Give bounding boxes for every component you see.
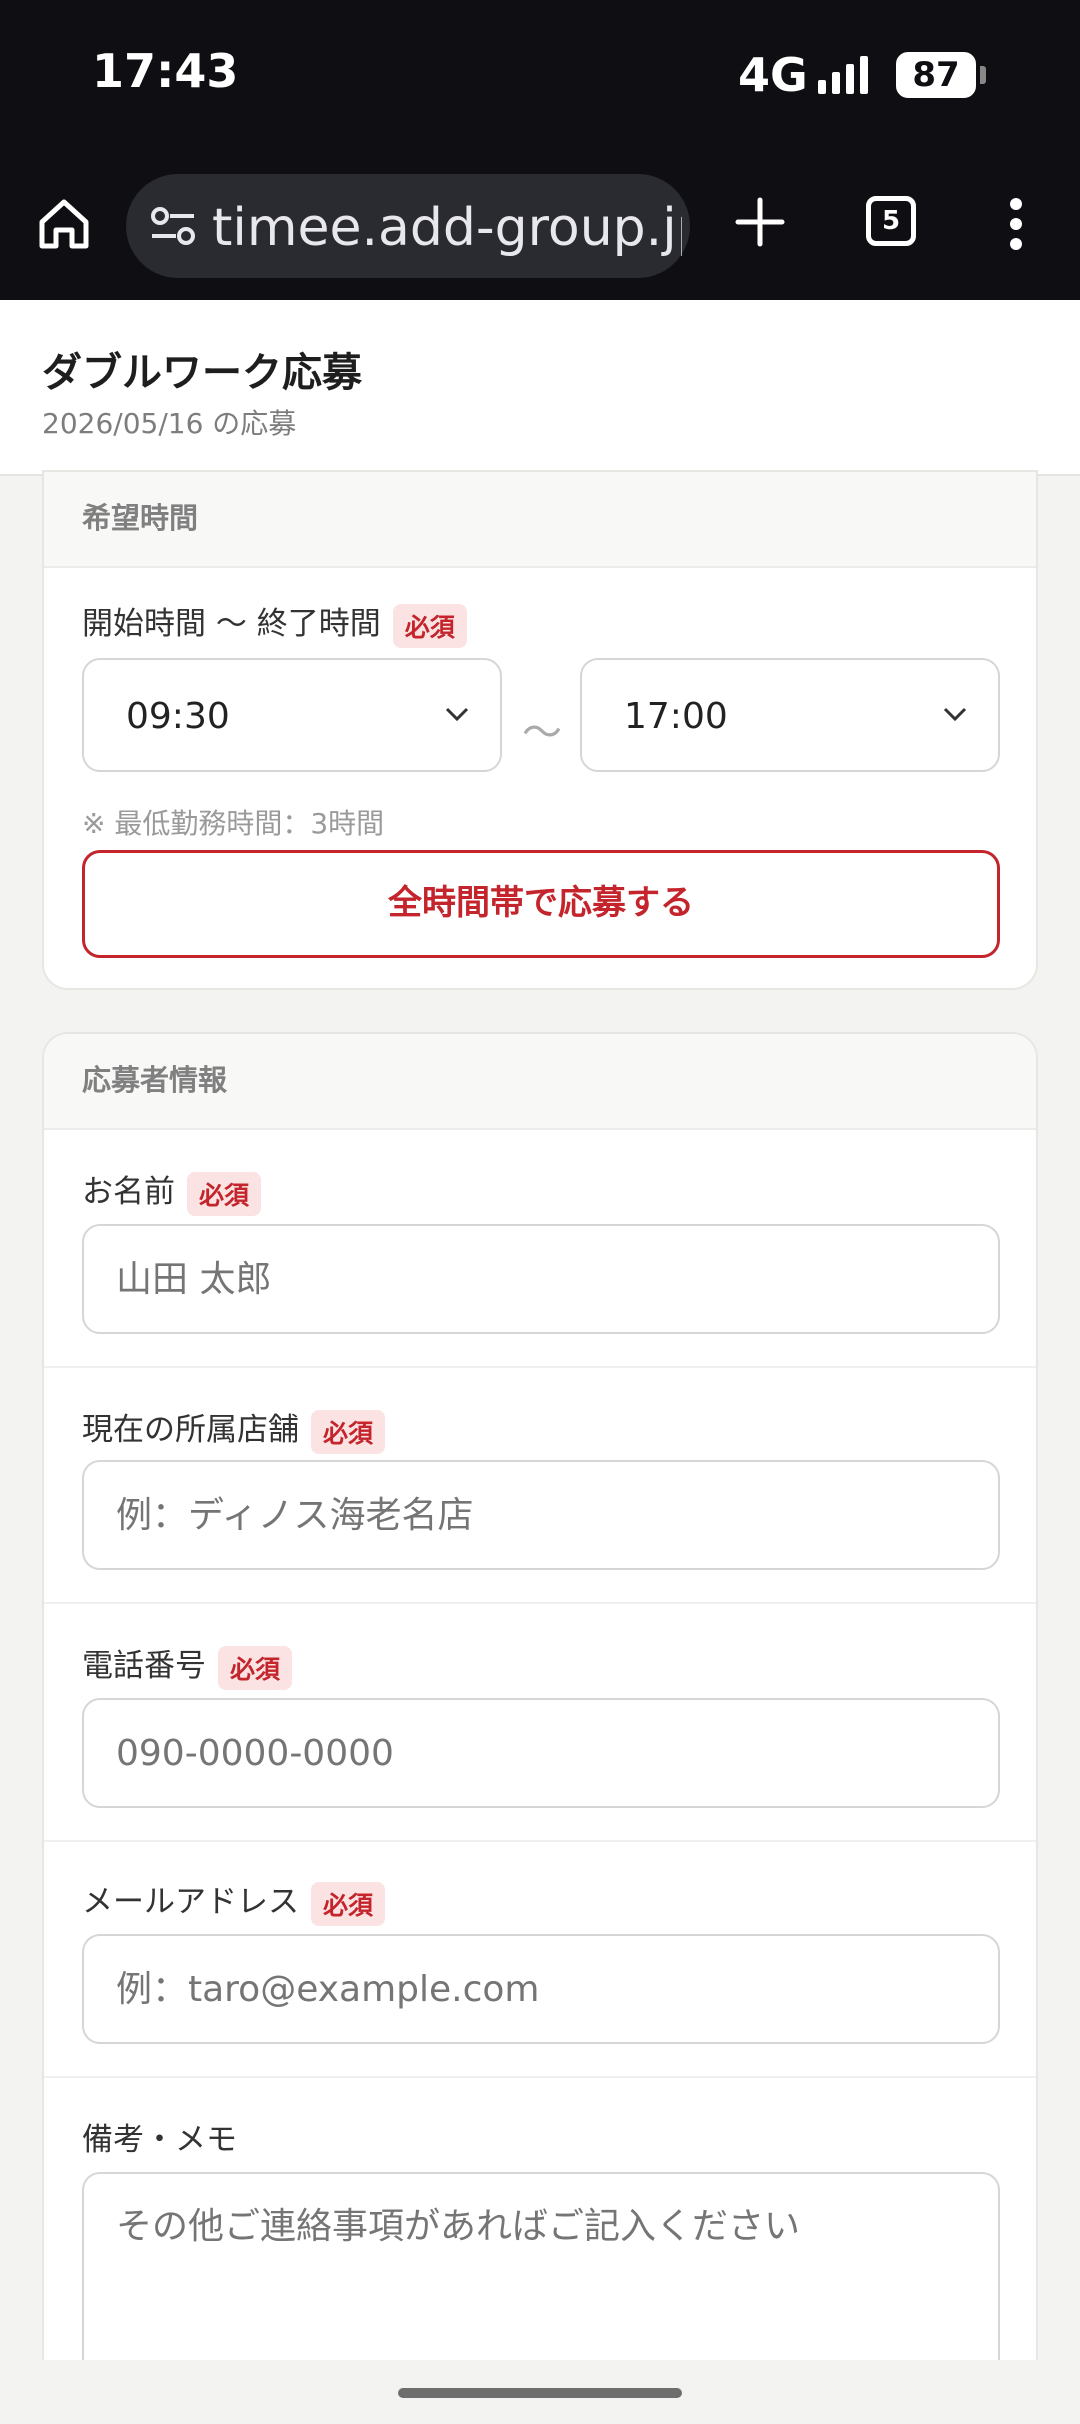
store-label-text: 現在の所属店舗 — [82, 1412, 299, 1448]
address-bar[interactable]: timee.add-group.jp — [126, 174, 690, 278]
page-title: ダブルワーク応募 — [42, 350, 362, 396]
end-time-value: 17:00 — [624, 696, 728, 737]
application-date: 2026/05/16 の応募 — [42, 407, 297, 440]
page-header: ダブルワーク応募 2026/05/16 の応募 — [0, 300, 1080, 476]
divider — [44, 2076, 1036, 2078]
new-tab-icon[interactable] — [732, 194, 788, 250]
name-input[interactable] — [82, 1224, 1000, 1334]
required-badge: 必須 — [392, 603, 467, 648]
phone-label: 電話番号 必須 — [82, 1640, 293, 1690]
time-range-label: 開始時間 〜 終了時間 必須 — [82, 598, 467, 648]
required-badge: 必須 — [187, 1171, 262, 1216]
required-badge: 必須 — [311, 1409, 386, 1454]
divider — [44, 1602, 1036, 1604]
email-input[interactable] — [82, 1934, 1000, 2044]
email-label: メールアドレス 必須 — [82, 1876, 386, 1926]
section-heading: 希望時間 — [44, 472, 1036, 568]
network-type: 4G — [738, 48, 808, 102]
more-menu-icon[interactable] — [1006, 196, 1026, 252]
home-icon[interactable] — [34, 194, 94, 254]
end-time-select[interactable]: 17:00 — [580, 658, 1000, 772]
range-separator: 〜 — [522, 710, 562, 756]
memo-label: 備考・メモ — [82, 2122, 237, 2158]
system-status-bar: 17:43 4G 87 timee.add-group.jp 5 — [0, 0, 1080, 300]
phone-input[interactable] — [82, 1698, 1000, 1808]
store-input[interactable] — [82, 1460, 1000, 1570]
required-badge: 必須 — [311, 1881, 386, 1926]
name-label-text: お名前 — [82, 1174, 175, 1210]
store-label: 現在の所属店舗 必須 — [82, 1404, 386, 1454]
battery-icon: 87 — [896, 52, 976, 98]
clock: 17:43 — [92, 44, 239, 98]
apply-all-times-button[interactable]: 全時間帯で応募する — [82, 850, 1000, 958]
start-time-select[interactable]: 09:30 — [82, 658, 502, 772]
chevron-down-icon — [445, 707, 469, 722]
battery-tip — [980, 66, 986, 84]
tab-switcher-button[interactable]: 5 — [866, 196, 916, 246]
url-text: timee.add-group.jp — [212, 198, 682, 258]
chevron-down-icon — [943, 707, 967, 722]
divider — [44, 1840, 1036, 1842]
memo-textarea[interactable] — [82, 2172, 1000, 2392]
applicant-info-card: 応募者情報 お名前必須 現在の所属店舗必須 電話番号必須 メールアドレス必須 備… — [42, 1032, 1038, 2424]
email-label-text: メールアドレス — [82, 1884, 299, 1920]
divider — [44, 1366, 1036, 1368]
site-settings-icon[interactable] — [150, 204, 196, 248]
required-badge: 必須 — [218, 1645, 293, 1690]
signal-icon — [818, 56, 878, 94]
minimum-hours-hint: ※ 最低勤務時間：3時間 — [82, 807, 385, 840]
section-heading: 応募者情報 — [44, 1034, 1036, 1130]
start-time-value: 09:30 — [126, 696, 230, 737]
time-range-label-text: 開始時間 〜 終了時間 — [82, 606, 381, 642]
name-label: お名前 必須 — [82, 1166, 262, 1216]
phone-label-text: 電話番号 — [82, 1648, 206, 1684]
desired-time-card: 希望時間 開始時間 〜 終了時間 必須 09:30 〜 17:00 ※ 最低勤務時… — [42, 470, 1038, 990]
gesture-handle[interactable] — [398, 2388, 682, 2398]
